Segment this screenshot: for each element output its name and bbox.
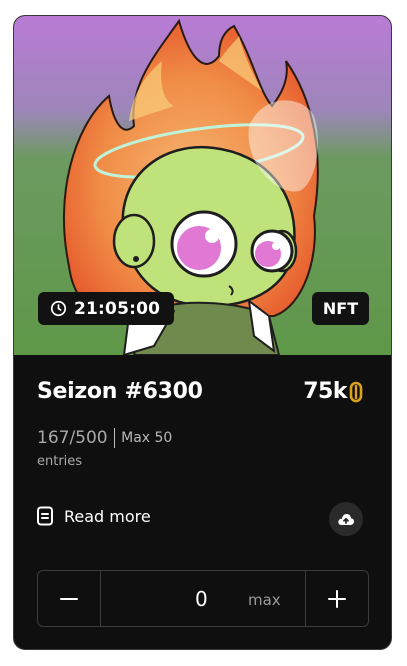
quantity-value: 0 <box>195 587 208 611</box>
minus-icon <box>60 597 78 600</box>
divider <box>113 428 116 448</box>
nft-raffle-card: 21:05:00 NFT Seizon #6300 75k 167/500 Ma… <box>13 15 392 650</box>
entries-count: 167/500 <box>37 428 108 448</box>
quantity-stepper: 0 max <box>37 570 369 627</box>
entries-label: entries <box>37 454 83 469</box>
read-more-link[interactable]: Read more <box>36 506 151 526</box>
price: 75k <box>303 379 363 404</box>
price-value: 75k <box>303 379 347 404</box>
share-button[interactable] <box>329 502 363 536</box>
document-icon <box>37 506 53 526</box>
max-entries-label: Max 50 <box>121 430 173 446</box>
item-title: Seizon #6300 <box>37 379 203 404</box>
coin-icon <box>349 381 363 402</box>
cloud-upload-icon <box>338 514 355 525</box>
countdown-badge: 21:05:00 <box>38 292 175 325</box>
quantity-input[interactable]: 0 max <box>101 571 305 626</box>
decrement-button[interactable] <box>38 571 101 626</box>
max-quantity-hint[interactable]: max <box>248 591 281 609</box>
nft-type-badge: NFT <box>312 292 369 325</box>
read-more-label: Read more <box>64 506 151 526</box>
entries-summary: 167/500 Max 50 <box>37 428 172 448</box>
increment-button[interactable] <box>305 571 368 626</box>
clock-icon <box>50 300 67 317</box>
nft-type-label: NFT <box>322 299 359 318</box>
countdown-text: 21:05:00 <box>74 298 161 319</box>
plus-icon <box>328 589 346 608</box>
